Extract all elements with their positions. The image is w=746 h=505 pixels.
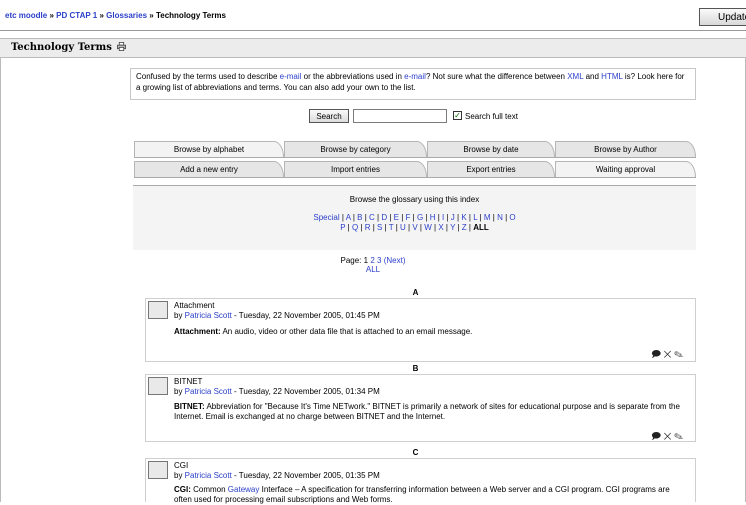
page-link[interactable]: 3 xyxy=(377,256,381,265)
glossary-intro: Confused by the terms used to describe e… xyxy=(130,68,696,100)
comment-icon[interactable]: 🗩 xyxy=(651,349,661,359)
entry-term: BITNET xyxy=(174,377,203,386)
breadcrumb-separator: » xyxy=(149,11,154,20)
update-button[interactable]: Update xyxy=(699,8,746,26)
edit-icon[interactable]: ✎ xyxy=(674,431,683,441)
next-page-link[interactable]: (Next) xyxy=(384,256,406,265)
intro-text: and xyxy=(583,72,602,81)
alphabet-row: P | Q | R | S | T | U | V | W | X | Y | … xyxy=(133,223,696,232)
printer-icon[interactable] xyxy=(117,42,126,51)
breadcrumb-current: Technology Terms xyxy=(155,11,226,20)
tab-browse-by-date[interactable]: Browse by date xyxy=(427,141,555,157)
alphabet-link[interactable]: W xyxy=(424,223,432,232)
page-all-link[interactable]: ALL xyxy=(366,265,380,274)
page-label: Page: xyxy=(340,256,362,265)
page-current: 1 xyxy=(363,256,369,265)
tab-browse-by-alphabet[interactable]: Browse by alphabet xyxy=(134,141,284,157)
entry-definition: Attachment: An audio, video or other dat… xyxy=(174,327,473,336)
page-link[interactable]: 2 xyxy=(370,256,374,265)
intro-email-link[interactable]: e-mail xyxy=(404,72,426,81)
tab-divider xyxy=(134,177,696,178)
search-button[interactable]: Search xyxy=(309,109,349,123)
tab-waiting-approval[interactable]: Waiting approval xyxy=(555,161,696,177)
comment-icon[interactable]: 🗩 xyxy=(651,431,661,441)
tab-add-new-entry[interactable]: Add a new entry xyxy=(134,161,284,177)
intro-email-link[interactable]: e-mail xyxy=(280,72,302,81)
navigation-bar: etc moodle » PD CTAP 1 » Glossaries » Te… xyxy=(0,0,746,31)
breadcrumb-glossaries-link[interactable]: Glossaries xyxy=(106,11,147,20)
entry-byline: by Patricia Scott - Tuesday, 22 November… xyxy=(174,471,380,480)
entry-definition: CGI: Common Gateway Interface – A specif… xyxy=(174,485,670,504)
letter-heading: A xyxy=(412,288,419,297)
breadcrumb-separator: » xyxy=(49,11,54,20)
avatar[interactable] xyxy=(148,461,168,479)
entry-term: CGI xyxy=(174,461,189,470)
alphabet-link[interactable]: O xyxy=(509,213,515,222)
delete-icon[interactable]: ✕ xyxy=(664,349,672,359)
entry-actions: 🗩 ✕ ✎ xyxy=(651,429,683,445)
gateway-link[interactable]: Gateway xyxy=(228,485,260,494)
letter-heading: B xyxy=(412,364,419,373)
entry-actions: 🗩 ✕ ✎ xyxy=(651,347,683,363)
avatar[interactable] xyxy=(148,301,168,319)
intro-text: Confused by the terms used to describe xyxy=(136,72,280,81)
alphabet-link[interactable]: Special xyxy=(313,213,339,222)
entry-byline: by Patricia Scott - Tuesday, 22 November… xyxy=(174,311,380,320)
tab-browse-by-author[interactable]: Browse by Author xyxy=(555,141,696,157)
intro-xml-link[interactable]: XML xyxy=(567,72,583,81)
intro-html-link[interactable]: HTML xyxy=(601,72,622,81)
breadcrumb-separator: » xyxy=(99,11,104,20)
breadcrumb: etc moodle » PD CTAP 1 » Glossaries » Te… xyxy=(5,11,226,20)
glossary-entry: Attachment by Patricia Scott - Tuesday, … xyxy=(145,298,696,362)
letter-heading: C xyxy=(412,448,419,457)
entry-term: Attachment xyxy=(174,301,215,310)
entry-byline: by Patricia Scott - Tuesday, 22 November… xyxy=(174,387,380,396)
tab-browse-by-category[interactable]: Browse by category xyxy=(284,141,427,157)
tab-export-entries[interactable]: Export entries xyxy=(427,161,555,177)
alphabet-row: Special | A | B | C | D | E | F | G | H … xyxy=(133,213,696,222)
alphabet-index: Browse the glossary using this index Spe… xyxy=(133,185,696,250)
search-input[interactable] xyxy=(353,109,447,123)
fulltext-checkbox[interactable]: ✓ xyxy=(453,111,462,120)
avatar[interactable] xyxy=(148,377,168,395)
tab-import-entries[interactable]: Import entries xyxy=(284,161,427,177)
author-link[interactable]: Patricia Scott xyxy=(185,387,232,396)
glossary-entry: BITNET by Patricia Scott - Tuesday, 22 N… xyxy=(145,374,696,442)
edit-icon[interactable]: ✎ xyxy=(674,349,683,359)
pagination: Page: 1 2 3 (Next) ALL xyxy=(0,256,746,274)
alphabet-all-current: ALL xyxy=(473,223,489,232)
delete-icon[interactable]: ✕ xyxy=(664,431,672,441)
breadcrumb-course-link[interactable]: PD CTAP 1 xyxy=(56,11,97,20)
author-link[interactable]: Patricia Scott xyxy=(185,471,232,480)
breadcrumb-site-link[interactable]: etc moodle xyxy=(5,11,47,20)
entry-definition: BITNET: Abbreviation for "Because It's T… xyxy=(174,402,680,421)
page-header: Technology Terms xyxy=(0,38,746,58)
tab-divider xyxy=(134,157,696,158)
intro-text: ? Not sure what the difference between xyxy=(425,72,568,81)
page-title: Technology Terms xyxy=(11,42,112,53)
fulltext-label: Search full text xyxy=(465,112,518,121)
author-link[interactable]: Patricia Scott xyxy=(185,311,232,320)
alphabet-link[interactable]: M xyxy=(484,213,491,222)
intro-text: or the abbreviations used in xyxy=(301,72,405,81)
browse-hint: Browse the glossary using this index xyxy=(349,195,480,204)
glossary-entry: CGI by Patricia Scott - Tuesday, 22 Nove… xyxy=(145,458,696,504)
